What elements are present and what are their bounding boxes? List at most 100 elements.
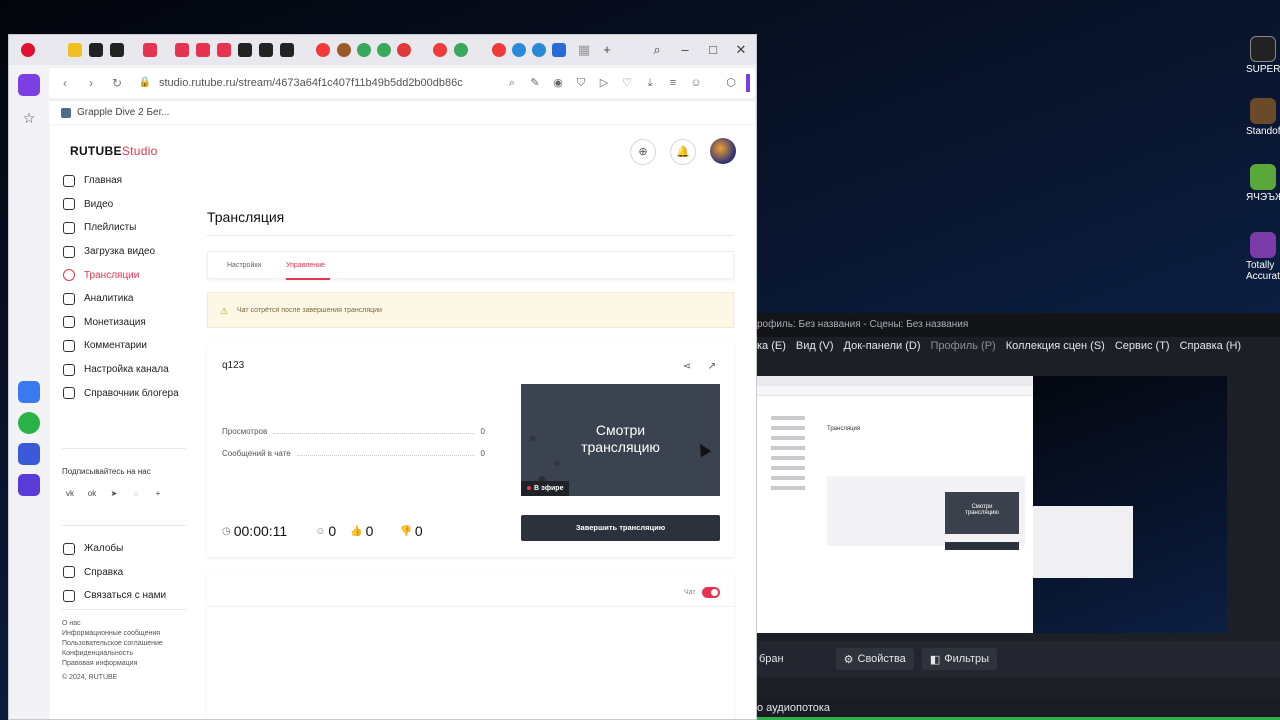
menu-icon[interactable]: ≡ (666, 76, 680, 90)
tab-favicon[interactable] (377, 43, 391, 57)
bookmark-label: Grapple Dive 2 Бег... (77, 107, 170, 118)
tab-favicon[interactable] (532, 43, 546, 57)
obs-menu-item[interactable]: Профиль (P) (931, 340, 996, 357)
notification-icon[interactable]: 🔔 (670, 139, 696, 165)
shield-icon[interactable]: ⛉ (574, 76, 588, 90)
footer-link[interactable]: Пользовательское соглашение (62, 639, 163, 649)
download-icon[interactable]: ⤓ (643, 76, 657, 90)
viber-icon[interactable]: ◌ (128, 486, 144, 502)
sidebar-item-channel-settings[interactable]: Настройка канала (63, 358, 188, 382)
sidebar-accent (746, 74, 750, 92)
reload-icon[interactable]: ↻ (109, 75, 125, 91)
whatsapp-icon[interactable] (18, 412, 40, 434)
ok-icon[interactable]: ok (84, 486, 100, 502)
external-link-icon[interactable]: ↗ (706, 361, 718, 373)
desktop-icon[interactable]: Totally Accurat (1246, 232, 1280, 282)
obs-menu-item[interactable]: Вид (V) (796, 340, 834, 357)
stream-preview[interactable]: Смотри трансляцию В эфире (521, 384, 720, 496)
tab-favicon[interactable] (259, 43, 273, 57)
footer-link[interactable]: Конфиденциальность (62, 649, 163, 659)
obs-menu-item[interactable]: Док-панели (D) (844, 340, 921, 357)
camera-icon[interactable]: ◉ (551, 76, 565, 90)
tab-grid-icon[interactable]: ▦ (575, 41, 593, 59)
telegram-icon[interactable]: ➤ (106, 486, 122, 502)
heart-icon[interactable]: ♡ (620, 76, 634, 90)
sidebar-item-help[interactable]: Справка (63, 561, 188, 585)
tab-favicon[interactable] (433, 43, 447, 57)
bookmark-item[interactable]: Grapple Dive 2 Бег... (61, 107, 169, 118)
zoom-icon[interactable]: ⌕ (505, 76, 519, 90)
music-icon[interactable] (18, 474, 40, 496)
back-icon[interactable]: ‹ (57, 75, 73, 91)
tab-favicon[interactable] (110, 43, 124, 57)
avatar[interactable] (710, 138, 736, 164)
sidebar-item-monetization[interactable]: Монетизация (63, 311, 188, 335)
vk-icon[interactable] (18, 443, 40, 465)
star-icon[interactable]: ☆ (18, 107, 40, 129)
obs-menu-item[interactable]: Коллекция сцен (S) (1006, 340, 1105, 357)
filters-button[interactable]: ◧ Фильтры (921, 648, 998, 670)
vk-icon[interactable]: vk (62, 486, 78, 502)
rutube-studio-logo[interactable]: RUTUBEStudio (70, 144, 158, 158)
tab-favicon[interactable] (512, 43, 526, 57)
tab-favicon[interactable] (552, 43, 566, 57)
profile-icon[interactable]: ☺ (689, 76, 703, 90)
search-icon[interactable]: ⌕ (648, 41, 666, 59)
tab-favicon[interactable] (337, 43, 351, 57)
sidebar-item-comments[interactable]: Комментарии (63, 334, 188, 358)
tab-management[interactable]: Управление (286, 262, 325, 269)
sidebar-item-home[interactable]: Главная (63, 169, 188, 193)
sidebar-item-contact[interactable]: Связаться с нами (63, 584, 188, 608)
opera-logo-icon[interactable] (21, 43, 35, 57)
tab-favicon[interactable] (454, 43, 468, 57)
tab-favicon[interactable] (175, 43, 189, 57)
obs-menu-item[interactable]: Справка (H) (1180, 340, 1241, 357)
sidebar-item-complaints[interactable]: Жалобы (63, 537, 188, 561)
tab-favicon[interactable] (217, 43, 231, 57)
play-icon[interactable]: ▷ (597, 76, 611, 90)
footer-link[interactable]: О нас (62, 619, 163, 629)
tab-settings[interactable]: Настройки (227, 262, 261, 269)
obs-preview[interactable]: Трансляция Смотри трансляцию (757, 376, 1227, 633)
tab-favicon[interactable] (357, 43, 371, 57)
maximize-icon[interactable]: □ (704, 41, 722, 59)
desktop-icon[interactable]: Standof (1246, 98, 1280, 137)
edit-icon[interactable]: ✎ (528, 76, 542, 90)
minimize-icon[interactable]: – (676, 41, 694, 59)
sidebar-nav: Главная Видео Плейлисты Загрузка видео Т… (63, 169, 188, 405)
end-stream-button[interactable]: Завершить трансляцию (521, 515, 720, 541)
tab-favicon[interactable] (196, 43, 210, 57)
url-input[interactable]: studio.rutube.ru/stream/4673a64f1c407f11… (159, 77, 463, 89)
tab-favicon[interactable] (68, 43, 82, 57)
new-tab-icon[interactable]: + (598, 41, 616, 59)
obs-menu-item[interactable]: Сервис (T) (1115, 340, 1170, 357)
sidebar-item-video[interactable]: Видео (63, 193, 188, 217)
sidebar-item-upload[interactable]: Загрузка видео (63, 240, 188, 264)
desktop-icon[interactable]: SUPERH (1246, 36, 1280, 75)
tab-favicon[interactable] (89, 43, 103, 57)
chat-toggle[interactable] (702, 587, 720, 598)
more-icon[interactable]: + (150, 486, 166, 502)
tab-favicon[interactable] (397, 43, 411, 57)
upload-icon[interactable]: ⊕ (630, 139, 656, 165)
sidebar-item-playlists[interactable]: Плейлисты (63, 216, 188, 240)
active-tab-favicon[interactable] (143, 43, 157, 57)
sidebar-item-streams[interactable]: Трансляции (63, 263, 188, 287)
tab-favicon[interactable] (238, 43, 252, 57)
footer-link[interactable]: Правовая информация (62, 659, 163, 669)
obs-menu-item[interactable]: ка (E) (757, 340, 786, 357)
tab-favicon[interactable] (492, 43, 506, 57)
sidebar-item-analytics[interactable]: Аналитика (63, 287, 188, 311)
tab-favicon[interactable] (280, 43, 294, 57)
footer-link[interactable]: Информационные сообщения (62, 629, 163, 639)
share-icon[interactable]: ⋖ (681, 361, 693, 373)
close-icon[interactable]: ✕ (732, 41, 750, 59)
properties-button[interactable]: ⚙ Свойства (835, 648, 914, 670)
desktop-icon[interactable]: ЯЧЭЪЖ (1246, 164, 1280, 203)
tab-favicon[interactable] (316, 43, 330, 57)
forward-icon[interactable]: › (83, 75, 99, 91)
sidebar-item-blogger-guide[interactable]: Справочник блогера (63, 381, 188, 405)
cube-icon[interactable]: ⬡ (724, 76, 738, 90)
app-icon[interactable] (18, 381, 40, 403)
home-icon[interactable] (18, 74, 40, 96)
